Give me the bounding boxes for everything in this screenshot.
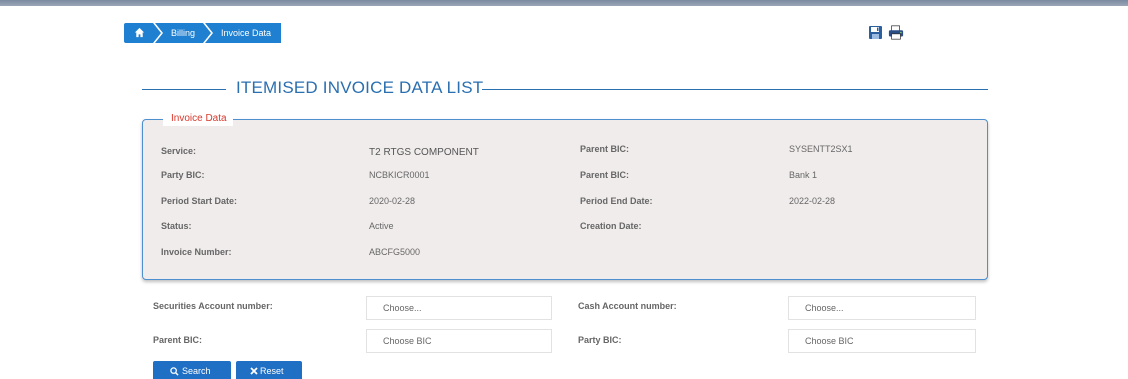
creation-date-label: Creation Date: <box>580 221 642 231</box>
save-icon[interactable] <box>868 24 884 41</box>
breadcrumb-invoice-data[interactable]: Invoice Data <box>205 23 282 43</box>
status-label: Status: <box>161 221 192 231</box>
invoice-data-panel: Invoice Data Service: T2 RTGS COMPONENT … <box>142 112 988 280</box>
home-icon <box>134 27 145 38</box>
service-value: T2 RTGS COMPONENT <box>369 147 479 158</box>
cash-account-select[interactable]: Choose... <box>788 296 976 320</box>
period-start-date-value: 2020-02-28 <box>369 196 416 206</box>
party-bic-label: Party BIC: <box>161 170 205 180</box>
breadcrumb-billing-label: Billing <box>171 28 196 38</box>
top-bar <box>0 0 1128 6</box>
securities-account-select[interactable]: Choose... <box>366 296 552 320</box>
period-end-date-value: 2022-02-28 <box>789 196 836 206</box>
service-label: Service: <box>161 146 197 156</box>
print-icon[interactable] <box>888 24 904 41</box>
parent-bic-filter-label: Parent BIC: <box>153 335 203 345</box>
invoice-number-value: ABCFG5000 <box>369 247 421 257</box>
securities-account-label: Securities Account number: <box>153 301 273 311</box>
invoice-data-legend: Invoice Data <box>163 112 233 126</box>
reset-button-label: Reset <box>260 366 284 376</box>
party-bic-select[interactable]: Choose BIC <box>788 329 976 353</box>
parent-bic-select[interactable]: Choose BIC <box>366 329 552 353</box>
breadcrumb: Billing Invoice Data <box>124 23 283 43</box>
search-icon <box>170 367 179 376</box>
parent-bic-label: Parent BIC: <box>580 144 630 154</box>
status-value: Active <box>369 221 394 231</box>
breadcrumb-invoice-data-label: Invoice Data <box>221 28 272 38</box>
breadcrumb-home[interactable] <box>124 23 163 43</box>
search-button-label: Search <box>182 366 211 376</box>
legend-line <box>147 119 161 120</box>
parent-bic-2-value: Bank 1 <box>789 170 818 180</box>
parent-bic-2-label: Parent BIC: <box>580 170 630 180</box>
reset-button[interactable]: Reset <box>236 361 302 379</box>
cash-account-label: Cash Account number: <box>578 301 677 311</box>
page-title: ITEMISED INVOICE DATA LIST <box>236 78 484 97</box>
close-icon <box>250 367 258 375</box>
period-end-date-label: Period End Date: <box>580 196 653 206</box>
parent-bic-value: SYSENTT2SX1 <box>789 144 853 154</box>
page-title-container: ITEMISED INVOICE DATA LIST <box>142 78 988 100</box>
title-divider-left <box>142 89 226 90</box>
toolbar <box>868 24 904 41</box>
invoice-number-label: Invoice Number: <box>161 247 232 257</box>
title-divider-right <box>482 89 988 90</box>
period-start-date-label: Period Start Date: <box>161 196 238 206</box>
search-button[interactable]: Search <box>153 361 231 379</box>
party-bic-filter-label: Party BIC: <box>578 335 622 345</box>
party-bic-value: NCBKICR0001 <box>369 170 430 180</box>
